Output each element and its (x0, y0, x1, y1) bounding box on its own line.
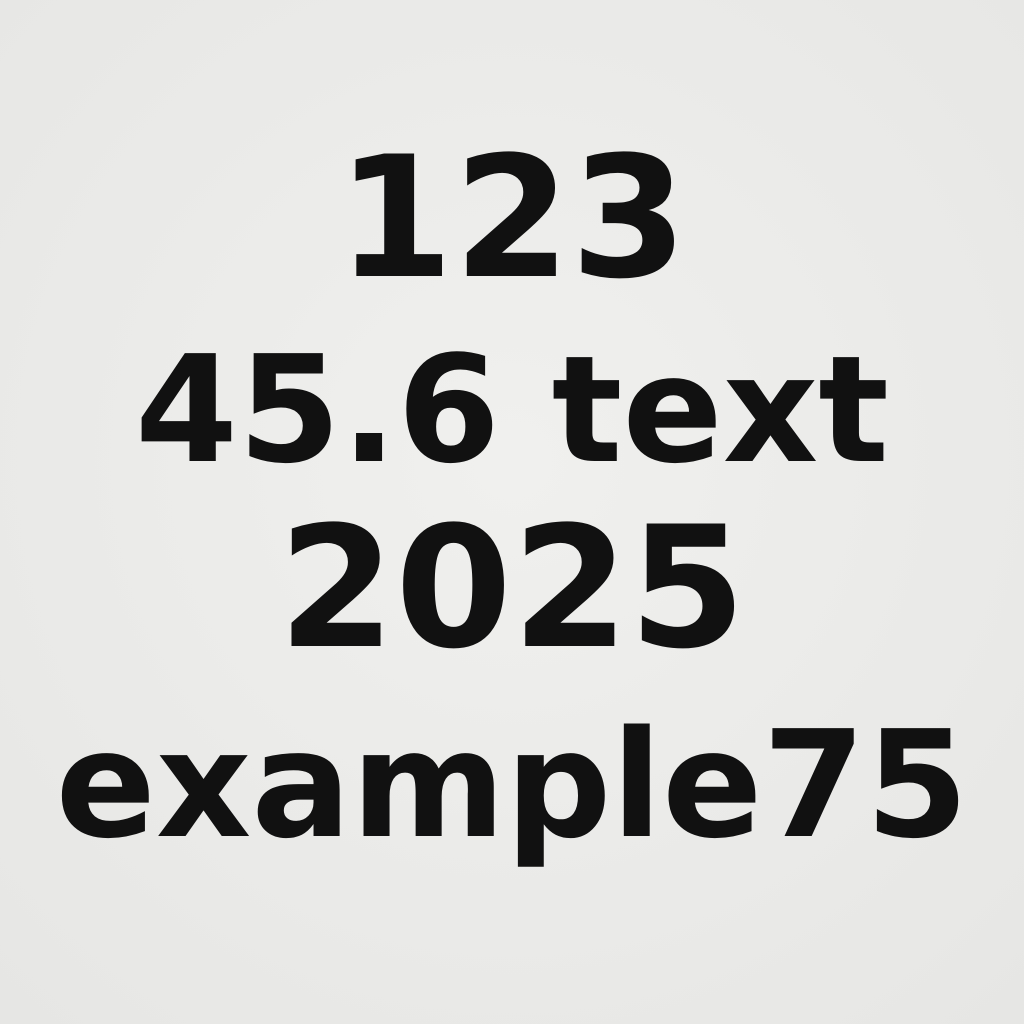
text-line-1: 123 (336, 120, 688, 316)
text-line-2: 45.6 text (134, 324, 890, 496)
text-canvas: 123 45.6 text 2025 example75 (0, 0, 1024, 1024)
text-line-3: 2025 (278, 490, 746, 686)
text-line-4: example75 (55, 699, 969, 871)
